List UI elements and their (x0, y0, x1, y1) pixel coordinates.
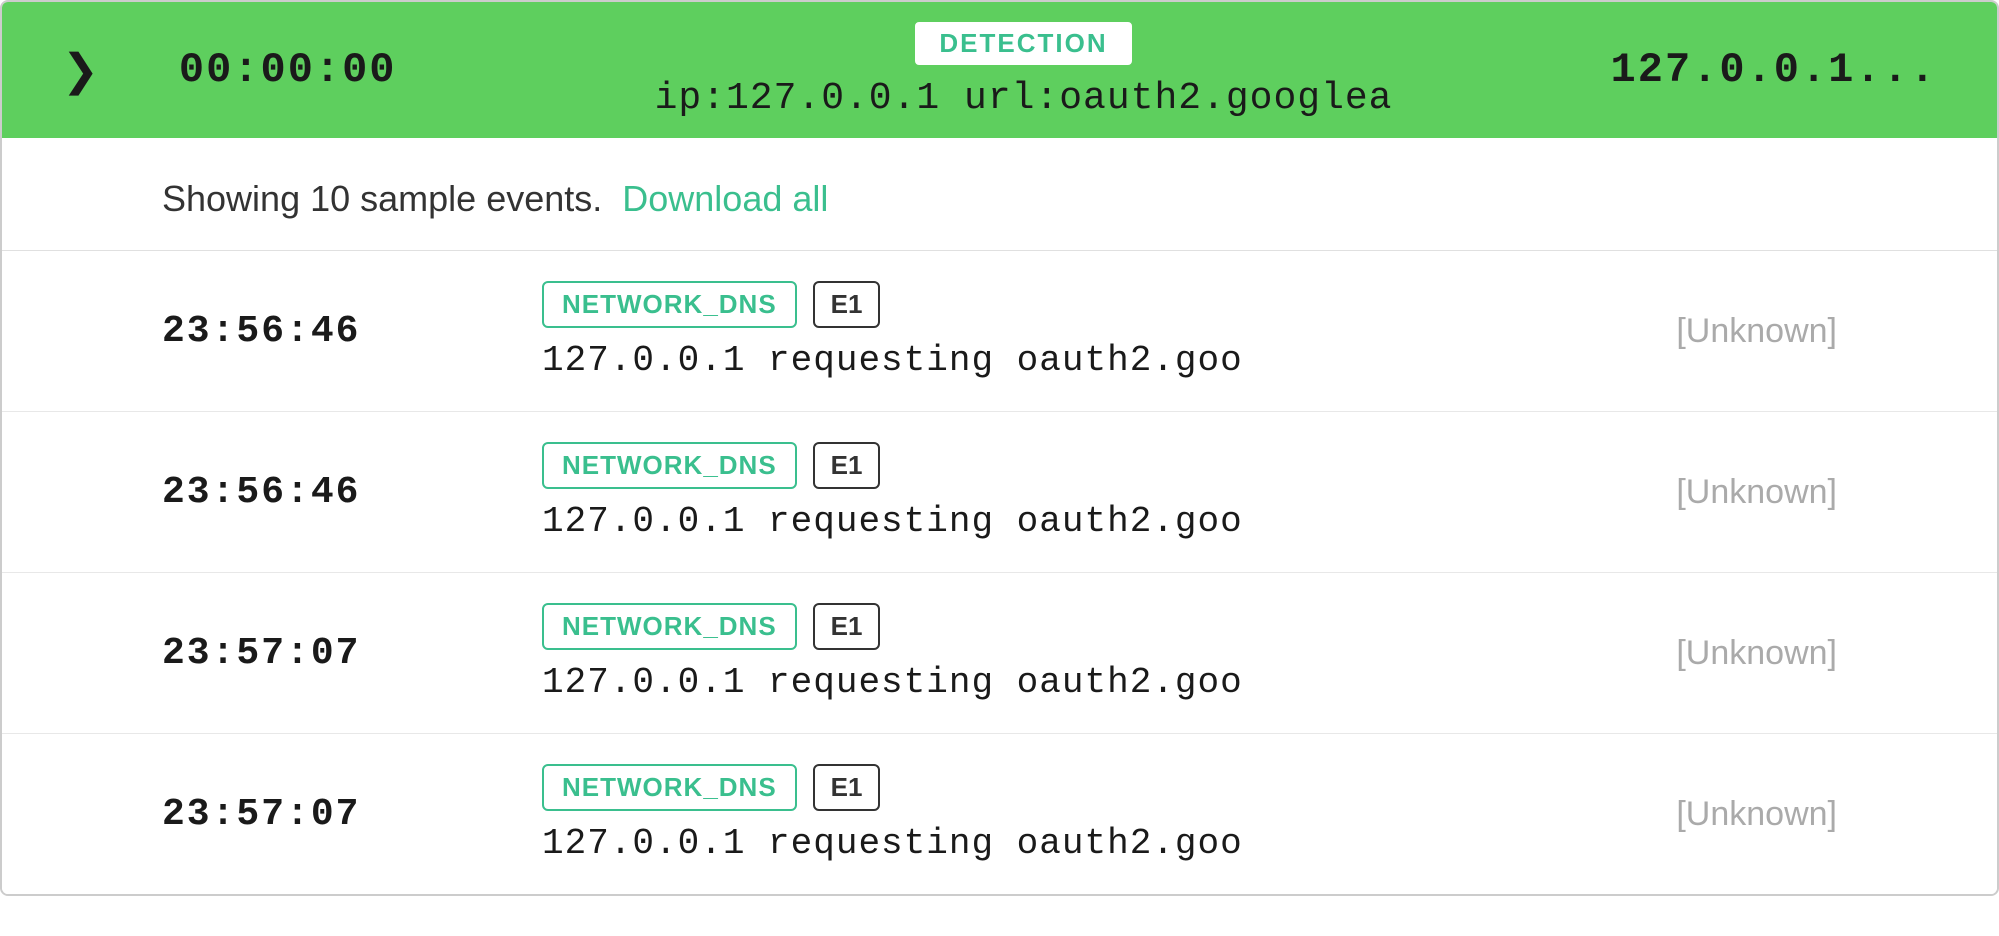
event-time: 23:56:46 (162, 310, 442, 353)
event-time: 23:56:46 (162, 471, 442, 514)
event-badges: NETWORK_DNS E1 (542, 281, 880, 328)
chevron-icon[interactable]: ❯ (62, 45, 99, 96)
network-dns-badge: NETWORK_DNS (542, 281, 797, 328)
event-description: 127.0.0.1 requesting oauth2.goo (542, 823, 1243, 864)
event-badges: NETWORK_DNS E1 (542, 764, 880, 811)
table-row: 23:56:46 NETWORK_DNS E1 127.0.0.1 reques… (2, 251, 1997, 412)
network-dns-badge: NETWORK_DNS (542, 442, 797, 489)
event-center: NETWORK_DNS E1 127.0.0.1 requesting oaut… (442, 764, 1577, 864)
events-list: 23:56:46 NETWORK_DNS E1 127.0.0.1 reques… (2, 251, 1997, 894)
event-center: NETWORK_DNS E1 127.0.0.1 requesting oaut… (442, 281, 1577, 381)
e1-badge: E1 (813, 442, 881, 489)
network-dns-badge: NETWORK_DNS (542, 764, 797, 811)
sample-bar: Showing 10 sample events. Download all (2, 138, 1997, 251)
header-detail: ip:127.0.0.1 url:oauth2.googlea (655, 77, 1393, 120)
event-description: 127.0.0.1 requesting oauth2.goo (542, 501, 1243, 542)
event-status: [Unknown] (1577, 795, 1837, 834)
header-center: DETECTION ip:127.0.0.1 url:oauth2.google… (517, 20, 1531, 120)
event-badges: NETWORK_DNS E1 (542, 442, 880, 489)
e1-badge: E1 (813, 281, 881, 328)
event-badges: NETWORK_DNS E1 (542, 603, 880, 650)
event-time: 23:57:07 (162, 793, 442, 836)
event-status: [Unknown] (1577, 312, 1837, 351)
header-ip-right: 127.0.0.1... (1611, 46, 1937, 94)
table-row: 23:56:46 NETWORK_DNS E1 127.0.0.1 reques… (2, 412, 1997, 573)
e1-badge: E1 (813, 603, 881, 650)
sample-events-text: Showing 10 sample events. (162, 178, 602, 220)
main-container: ❯ 00:00:00 DETECTION ip:127.0.0.1 url:oa… (0, 0, 1999, 896)
detection-badge: DETECTION (913, 20, 1133, 67)
event-description: 127.0.0.1 requesting oauth2.goo (542, 662, 1243, 703)
header-row: ❯ 00:00:00 DETECTION ip:127.0.0.1 url:oa… (2, 2, 1997, 138)
event-status: [Unknown] (1577, 473, 1837, 512)
event-status: [Unknown] (1577, 634, 1837, 673)
event-center: NETWORK_DNS E1 127.0.0.1 requesting oaut… (442, 603, 1577, 703)
table-row: 23:57:07 NETWORK_DNS E1 127.0.0.1 reques… (2, 734, 1997, 894)
header-timestamp: 00:00:00 (179, 46, 397, 94)
event-description: 127.0.0.1 requesting oauth2.goo (542, 340, 1243, 381)
event-time: 23:57:07 (162, 632, 442, 675)
table-row: 23:57:07 NETWORK_DNS E1 127.0.0.1 reques… (2, 573, 1997, 734)
network-dns-badge: NETWORK_DNS (542, 603, 797, 650)
event-center: NETWORK_DNS E1 127.0.0.1 requesting oaut… (442, 442, 1577, 542)
download-all-link[interactable]: Download all (622, 178, 828, 220)
e1-badge: E1 (813, 764, 881, 811)
